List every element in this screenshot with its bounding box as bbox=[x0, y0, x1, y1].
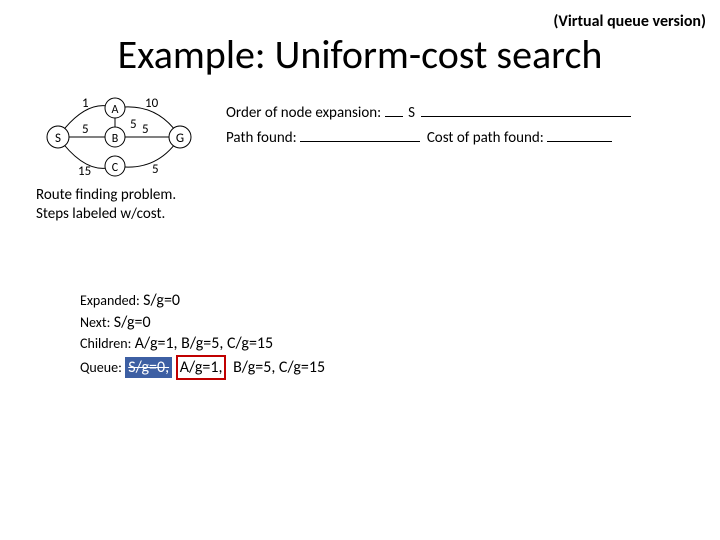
path-line: Path found: Cost of path found: bbox=[226, 125, 631, 150]
children-value: A/g=1, B/g=5, C/g=15 bbox=[135, 334, 273, 353]
expanded-label: Expanded: bbox=[80, 292, 140, 309]
cost-label: Cost of path found: bbox=[427, 129, 544, 147]
svg-text:A: A bbox=[112, 103, 119, 117]
slide: (Virtual queue version) Example: Uniform… bbox=[0, 0, 720, 540]
label-SB: 5 bbox=[82, 122, 89, 137]
label-AG: 10 bbox=[145, 96, 159, 111]
graph: S A B C G 1 5 15 10 5 5 5 bbox=[42, 95, 202, 185]
label-BG: 5 bbox=[142, 122, 149, 137]
queue-line: Queue: S/g=0, A/g=1, B/g=5, C/g=15 bbox=[80, 355, 328, 381]
next-label: Next: bbox=[80, 314, 110, 331]
label-AB: 5 bbox=[130, 117, 137, 132]
svg-text:G: G bbox=[176, 131, 184, 146]
caption-line-1: Route finding problem. bbox=[36, 186, 176, 204]
expanded-line: Expanded: S/g=0 bbox=[80, 290, 328, 312]
order-blank-before bbox=[385, 100, 403, 117]
subtitle-tag: (Virtual queue version) bbox=[553, 12, 706, 31]
node-A: A bbox=[105, 98, 125, 118]
trace-block: Expanded: S/g=0 Next: S/g=0 Children: A/… bbox=[80, 290, 328, 380]
node-G: G bbox=[169, 126, 191, 148]
order-line: Order of node expansion: S bbox=[226, 100, 631, 125]
label-CG: 5 bbox=[152, 162, 159, 177]
path-blank bbox=[300, 125, 420, 142]
svg-text:S: S bbox=[55, 131, 61, 146]
page-title: Example: Uniform-cost search bbox=[0, 30, 720, 79]
node-B: B bbox=[105, 127, 125, 147]
children-line: Children: A/g=1, B/g=5, C/g=15 bbox=[80, 333, 328, 355]
queue-values: S/g=0, A/g=1, B/g=5, C/g=15 bbox=[125, 358, 328, 377]
svg-text:C: C bbox=[112, 161, 119, 175]
queue-item-rest: B/g=5, C/g=15 bbox=[230, 357, 328, 379]
queue-item-next: A/g=1, bbox=[176, 355, 227, 381]
queue-label: Queue: bbox=[80, 359, 122, 376]
next-line: Next: S/g=0 bbox=[80, 312, 328, 334]
path-label: Path found: bbox=[226, 129, 297, 147]
queue-item-expanded: S/g=0, bbox=[125, 357, 172, 379]
label-SC: 15 bbox=[78, 164, 91, 179]
answers-block: Order of node expansion: S Path found: C… bbox=[226, 100, 631, 150]
node-S: S bbox=[47, 126, 69, 148]
expanded-value: S/g=0 bbox=[143, 291, 180, 310]
cost-blank bbox=[547, 125, 612, 142]
order-blank-after bbox=[421, 100, 631, 117]
graph-caption: Route finding problem. Steps labeled w/c… bbox=[36, 186, 176, 224]
svg-text:B: B bbox=[112, 132, 119, 146]
order-label: Order of node expansion: bbox=[226, 104, 381, 122]
node-C: C bbox=[105, 156, 125, 176]
label-SA: 1 bbox=[82, 96, 89, 111]
caption-line-2: Steps labeled w/cost. bbox=[36, 205, 165, 223]
children-label: Children: bbox=[80, 335, 131, 352]
order-value: S bbox=[403, 102, 421, 125]
next-value: S/g=0 bbox=[114, 313, 151, 332]
